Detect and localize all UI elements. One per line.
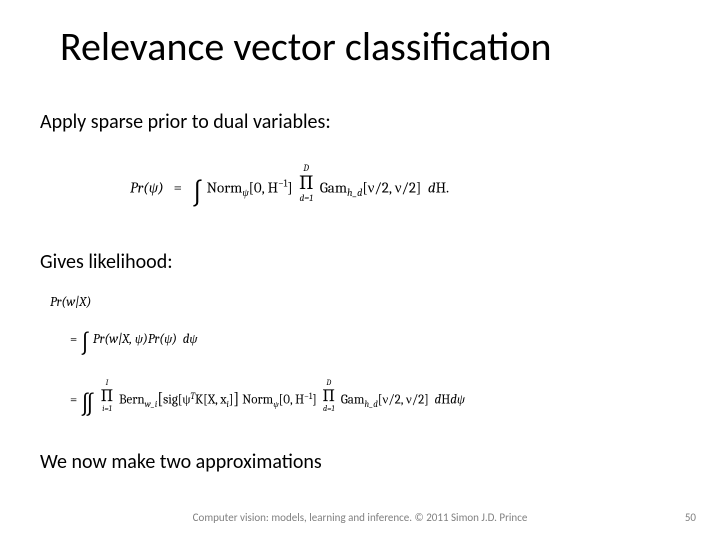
slide-title: Relevance vector classification: [60, 26, 660, 68]
product-icon: I∏i=1: [100, 380, 114, 414]
equation-prior: Pr(ψ) = ∫ Normψ[0, H−1] D∏d=1 Gamh_d[ν/2…: [130, 165, 449, 209]
body-line-3: We now make two approximations: [40, 450, 660, 474]
equation-likelihood-lhs: Pr(w|X): [50, 295, 91, 310]
page-number: 50: [685, 511, 696, 524]
body-line-1: Apply sparse prior to dual variables:: [40, 110, 660, 134]
equation-likelihood-line2: = ∫∫ I∏i=1 Bernw_i[sig[ψTK[X, xi]] Normψ…: [70, 380, 465, 418]
body-line-2: Gives likelihood:: [40, 250, 660, 274]
equation-likelihood-line1: = ∫ Pr(w|X, ψ)Pr(ψ) dψ: [70, 330, 197, 357]
product-icon: D∏d=1: [322, 380, 336, 414]
slide: Relevance vector classification Apply sp…: [0, 0, 720, 540]
product-icon: D∏d=1: [298, 165, 314, 204]
footer-text: Computer vision: models, learning and in…: [0, 511, 720, 524]
